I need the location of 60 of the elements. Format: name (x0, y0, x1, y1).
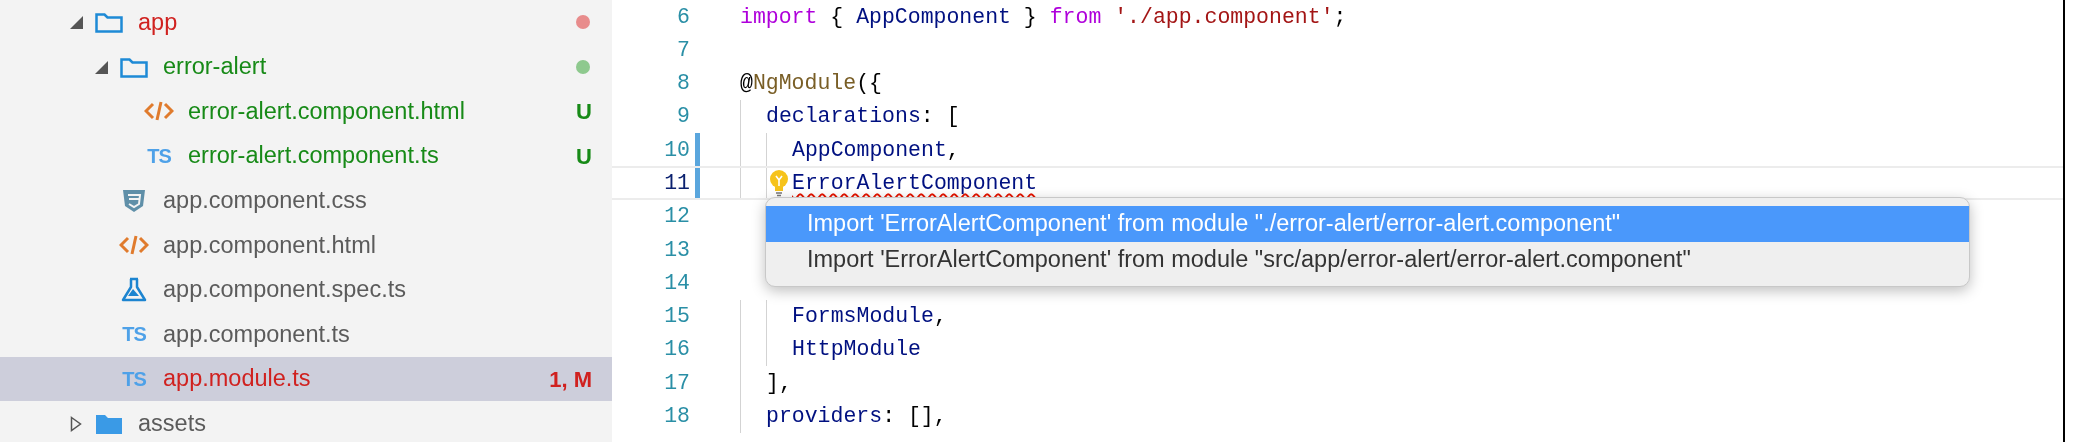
file-name: app.module.ts (163, 364, 312, 394)
code-icon (144, 100, 174, 123)
line-number: 8 (676, 70, 690, 98)
folder-icon (95, 11, 123, 34)
line-number: 17 (663, 369, 690, 397)
file-tree-item[interactable]: TS app.component.ts (0, 312, 612, 357)
folder-icon (120, 55, 148, 78)
code-line: import { AppComponent } from './app.component'; (740, 3, 1347, 31)
file-tree-item[interactable]: app.component.spec.ts (0, 267, 612, 313)
file-tree-item[interactable]: error-alert (0, 44, 612, 90)
git-status-label: U (576, 98, 592, 126)
menu-item[interactable]: Import 'ErrorAlertComponent' from module "src/app/error-alert/error-alert.component" (766, 242, 1969, 278)
code-line: ], (766, 369, 792, 397)
code-line: @NgModule({ (740, 70, 882, 98)
file-name: app.component.css (163, 186, 368, 216)
folder-icon (95, 412, 123, 435)
file-tree-item[interactable]: assets (0, 401, 612, 442)
code-icon (119, 234, 149, 257)
code-line: HttpModule (792, 336, 922, 364)
ts-icon: TS (122, 324, 146, 345)
ts-icon: TS (147, 146, 171, 167)
line-number: 14 (663, 269, 690, 297)
file-tree-item[interactable]: app (0, 0, 612, 45)
file-tree-item[interactable]: error-alert.component.html U (0, 89, 612, 134)
code-line: FormsModule, (792, 303, 947, 331)
lightbulb-icon[interactable] (768, 169, 790, 198)
line-number: 6 (676, 3, 690, 31)
expanded-arrow-icon[interactable] (95, 59, 109, 74)
flask-icon (121, 276, 147, 303)
line-number: 16 (663, 336, 690, 364)
file-name: app.component.html (163, 230, 377, 260)
code-line: AppComponent, (792, 136, 960, 164)
line-number: 13 (663, 236, 690, 264)
file-name: app.component.ts (163, 319, 351, 349)
file-name: error-alert.component.html (188, 96, 466, 126)
file-tree-item[interactable]: TS app.module.ts 1, M (0, 356, 612, 402)
file-name: error-alert (163, 52, 268, 82)
line-number: 7 (676, 36, 690, 64)
collapsed-arrow-icon[interactable] (70, 415, 82, 432)
file-name: assets (138, 409, 207, 438)
file-tree-item[interactable]: TS error-alert.component.ts U (0, 133, 612, 179)
line-number: 18 (663, 403, 690, 431)
line-number: 15 (663, 303, 690, 331)
git-status-label: 1, M (549, 365, 592, 394)
code-line: providers: [], (766, 403, 947, 431)
file-tree-item[interactable]: app.component.css (0, 178, 612, 223)
git-status-label: U (576, 142, 592, 171)
expanded-arrow-icon[interactable] (70, 15, 84, 30)
ts-icon: TS (122, 369, 146, 390)
line-number: 12 (663, 203, 690, 231)
file-name: app (138, 7, 179, 37)
file-name: app.component.spec.ts (163, 275, 407, 305)
line-number: 10 (663, 136, 690, 164)
file-name: error-alert.component.ts (188, 141, 440, 171)
file-tree-item[interactable]: app.component.html (0, 222, 612, 268)
line-number: 11 (663, 170, 690, 197)
css-icon (121, 188, 147, 213)
code-line: declarations: [ (766, 103, 960, 131)
code-line: ErrorAlertComponent (792, 170, 1038, 197)
line-number: 9 (676, 103, 690, 131)
